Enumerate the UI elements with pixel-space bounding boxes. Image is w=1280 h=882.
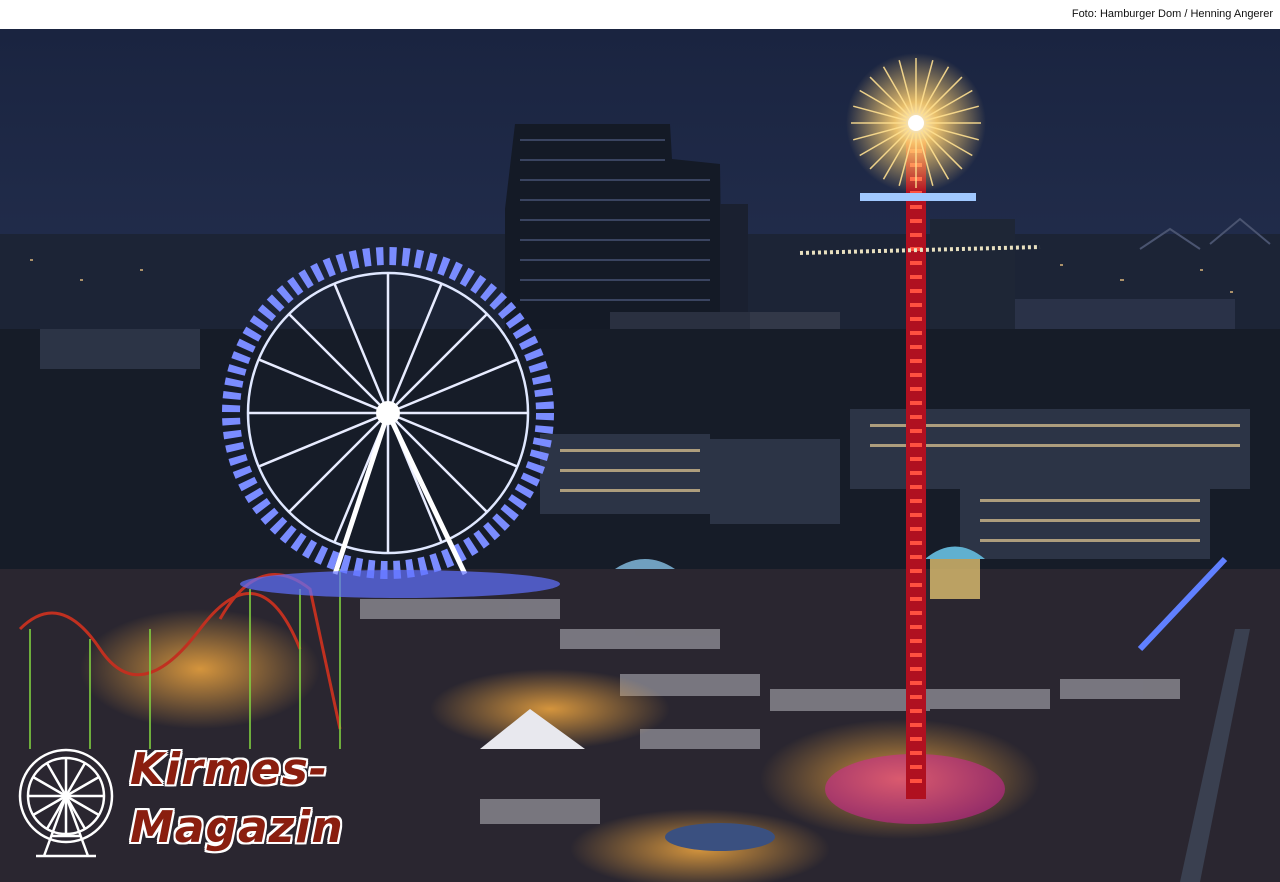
carousel — [925, 546, 985, 599]
logo-text-line-2: Magazin — [130, 802, 344, 853]
photo-credit: Foto: Hamburger Dom / Henning Angerer — [1071, 8, 1273, 20]
bottom-carousel — [665, 823, 775, 851]
ferris-wheel-icon — [18, 748, 114, 858]
kirmes-magazin-logo: Kirmes- Magazin — [14, 744, 344, 869]
logo-text-line-1: Kirmes- — [130, 744, 329, 795]
credit-bar: Foto: Hamburger Dom / Henning Angerer — [0, 0, 1280, 29]
